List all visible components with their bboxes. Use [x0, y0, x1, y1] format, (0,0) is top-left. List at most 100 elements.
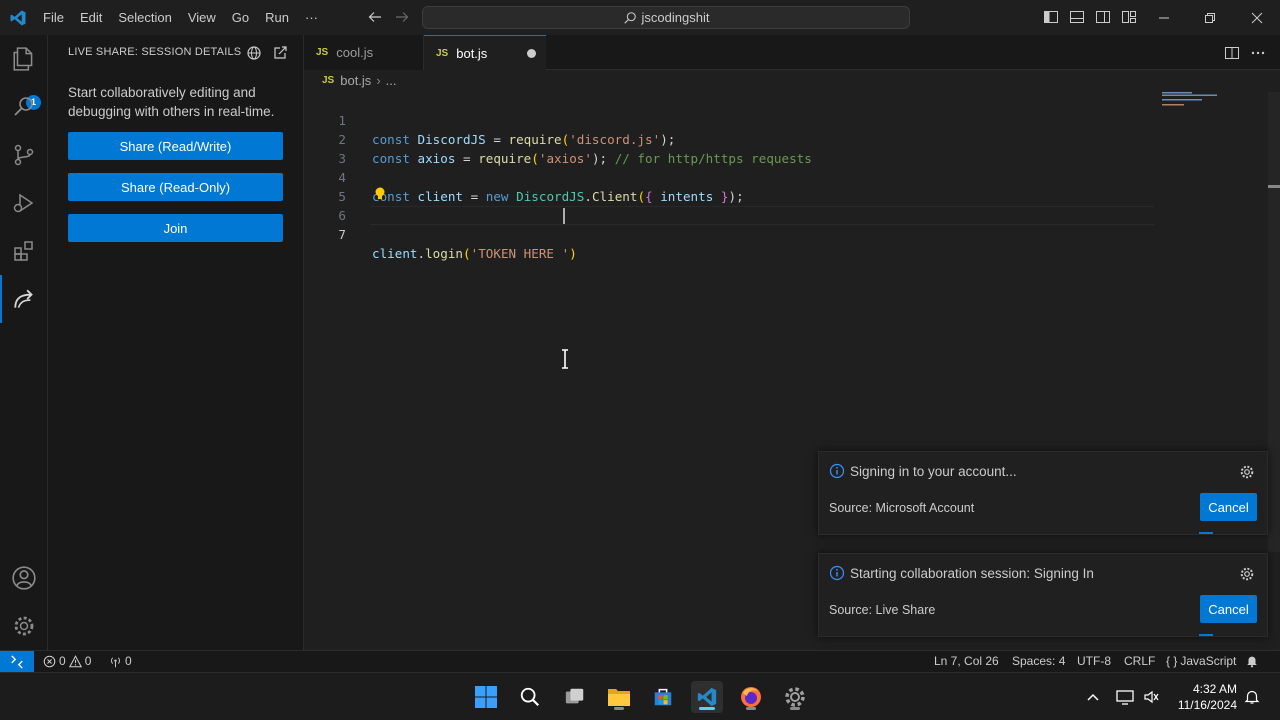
editor-tabs: JS cool.js JS bot.js — [304, 35, 1280, 70]
notification-center-icon[interactable] — [1244, 689, 1260, 705]
menu-run[interactable]: Run — [257, 0, 297, 35]
task-view-icon[interactable] — [559, 681, 591, 713]
more-actions-icon[interactable] — [1250, 45, 1266, 61]
cancel-button[interactable]: Cancel — [1200, 493, 1257, 521]
menu-view[interactable]: View — [180, 0, 224, 35]
language-mode[interactable]: { } JavaScript — [1166, 654, 1236, 668]
lightbulb-icon[interactable] — [373, 186, 387, 202]
vertical-scrollbar[interactable] — [1268, 92, 1280, 552]
network-icon[interactable] — [1116, 689, 1134, 705]
split-editor-icon[interactable] — [1224, 45, 1240, 61]
workspace-name: jscodingshit — [641, 10, 710, 25]
text-cursor — [563, 208, 565, 224]
windows-taskbar: 4:32 AM 11/16/2024 — [0, 672, 1280, 720]
ports-indicator[interactable]: 0 — [109, 654, 132, 668]
file-explorer-icon[interactable] — [603, 681, 635, 713]
gear-icon[interactable] — [1239, 566, 1255, 582]
source-control-icon[interactable] — [0, 131, 48, 179]
cursor-position[interactable]: Ln 7, Col 26 — [934, 654, 999, 668]
scrollbar-thumb[interactable] — [1268, 185, 1280, 188]
join-button[interactable]: Join — [68, 214, 283, 242]
tab-cool-js[interactable]: JS cool.js — [304, 35, 424, 70]
sidebar-title: LIVE SHARE: SESSION DETAILS — [68, 46, 242, 58]
antenna-icon — [111, 657, 120, 667]
restore-button[interactable] — [1187, 0, 1233, 35]
share-read-only-button[interactable]: Share (Read-Only) — [68, 173, 283, 201]
menu-edit[interactable]: Edit — [72, 0, 110, 35]
search-icon — [623, 11, 636, 24]
run-debug-icon[interactable] — [0, 179, 48, 227]
notification-toast: Signing in to your account... Source: Mi… — [818, 451, 1268, 535]
cancel-button[interactable]: Cancel — [1200, 595, 1257, 623]
warning-count: 0 — [84, 654, 92, 668]
search-icon[interactable] — [0, 83, 48, 131]
menu-selection[interactable]: Selection — [110, 0, 179, 35]
tab-bot-js[interactable]: JS bot.js — [424, 35, 546, 70]
share-read-write-button[interactable]: Share (Read/Write) — [68, 132, 283, 160]
toggle-secondary-sidebar-icon[interactable] — [1095, 9, 1111, 25]
js-file-icon: JS — [436, 47, 449, 59]
encoding[interactable]: UTF-8 — [1077, 654, 1111, 668]
volume-icon[interactable] — [1143, 689, 1159, 705]
vscode-taskbar-icon[interactable] — [691, 681, 723, 713]
vscode-logo-icon — [0, 0, 35, 35]
running-indicator — [746, 707, 756, 710]
code-line: 3 — [304, 130, 1154, 166]
open-external-icon[interactable] — [272, 45, 288, 61]
microsoft-store-icon[interactable] — [647, 681, 679, 713]
explorer-icon[interactable] — [0, 35, 48, 83]
code-line: 7 client.login('TOKEN HERE ') — [304, 206, 1154, 261]
firefox-icon[interactable] — [735, 681, 767, 713]
minimize-button[interactable] — [1141, 0, 1187, 35]
notification-toast: Starting collaboration session: Signing … — [818, 553, 1268, 637]
live-share-sidebar: LIVE SHARE: SESSION DETAILS Start collab… — [48, 35, 304, 650]
line-ending[interactable]: CRLF — [1124, 654, 1155, 668]
accounts-icon[interactable] — [0, 554, 48, 602]
active-indicator — [699, 707, 715, 710]
progress-indicator — [1199, 532, 1213, 534]
info-icon — [829, 463, 845, 479]
extensions-icon[interactable] — [0, 227, 48, 275]
customize-layout-icon[interactable] — [1121, 9, 1137, 25]
settings-app-icon[interactable] — [779, 681, 811, 713]
braces-icon: { } — [1166, 654, 1178, 668]
live-share-icon[interactable] — [0, 275, 48, 323]
progress-indicator — [1199, 634, 1213, 636]
toggle-primary-sidebar-icon[interactable] — [1043, 9, 1059, 25]
js-file-icon: JS — [322, 75, 335, 86]
minimap[interactable] — [1162, 92, 1262, 112]
chevron-up-icon[interactable] — [1086, 691, 1100, 703]
toggle-panel-icon[interactable] — [1069, 9, 1085, 25]
system-clock[interactable]: 4:32 AM 11/16/2024 — [1178, 681, 1237, 713]
problems-indicator[interactable]: 0 0 — [43, 654, 91, 668]
menu-file[interactable]: File — [35, 0, 72, 35]
js-file-icon: JS — [316, 47, 329, 58]
command-center-search[interactable]: jscodingshit — [422, 6, 910, 29]
menu-more[interactable]: ··· — [297, 0, 326, 35]
indentation[interactable]: Spaces: 4 — [1012, 654, 1065, 668]
close-window-button[interactable] — [1234, 0, 1280, 35]
tab-label: bot.js — [456, 45, 488, 61]
status-bar: 0 0 0 Ln 7, Col 26 Spaces: 4 UTF-8 CRLF … — [0, 650, 1280, 673]
unsaved-dot-icon[interactable] — [527, 49, 536, 58]
globe-icon[interactable] — [246, 45, 262, 61]
language-label: JavaScript — [1180, 654, 1237, 668]
menu-go[interactable]: Go — [224, 0, 257, 35]
arrow-left-icon[interactable] — [367, 9, 383, 25]
windows-start-icon[interactable] — [470, 681, 502, 713]
breadcrumb-file[interactable]: bot.js — [340, 73, 371, 88]
sidebar-description: Start collaboratively editing and debugg… — [68, 85, 275, 119]
title-bar: File Edit Selection View Go Run ··· jsco… — [0, 0, 1280, 35]
ports-count: 0 — [125, 654, 132, 668]
code-line: 6 — [304, 187, 1154, 223]
activity-bar: 1 — [0, 35, 48, 650]
breadcrumb-symbol[interactable]: ... — [386, 73, 397, 88]
settings-gear-icon[interactable] — [0, 602, 48, 650]
notifications-bell-icon[interactable] — [1245, 654, 1259, 668]
arrow-right-icon[interactable] — [394, 9, 410, 25]
remote-indicator-icon[interactable] — [0, 651, 34, 673]
clock-time: 4:32 AM — [1192, 682, 1237, 696]
gear-icon[interactable] — [1239, 464, 1255, 480]
taskbar-search-icon[interactable] — [514, 681, 546, 713]
clock-date: 11/16/2024 — [1177, 698, 1237, 712]
